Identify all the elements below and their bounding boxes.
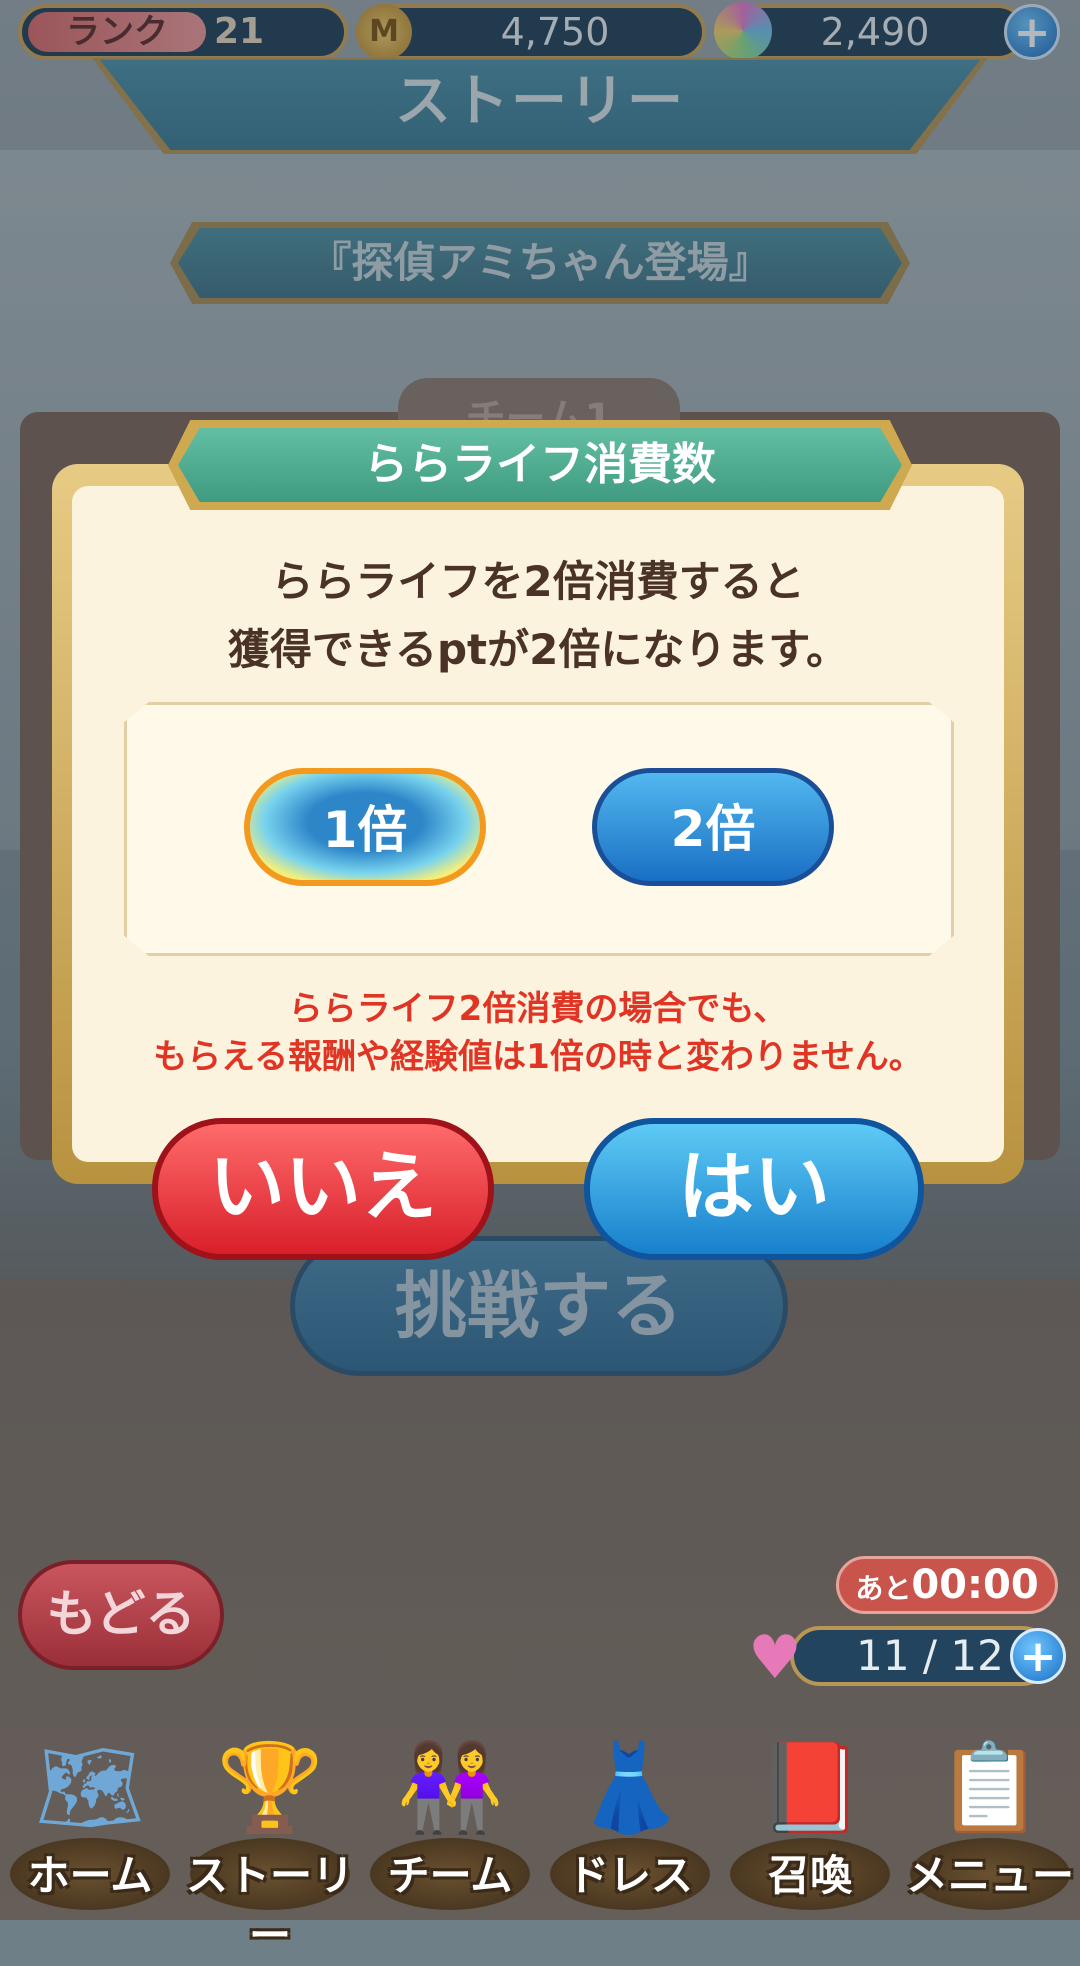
- dress-icon: 👗: [576, 1738, 684, 1838]
- no-button[interactable]: いいえ: [152, 1118, 494, 1260]
- dialog-message-line1: ららライフを2倍消費すると: [271, 557, 805, 606]
- map-icon: 🗺: [35, 1738, 145, 1838]
- nav-menu[interactable]: 📋 メニュー: [900, 1720, 1080, 1920]
- yes-button[interactable]: はい: [584, 1118, 924, 1260]
- add-life-button[interactable]: +: [1010, 1628, 1066, 1684]
- nav-team[interactable]: 👭 チーム: [360, 1720, 540, 1920]
- team-icon: 👭: [396, 1738, 504, 1838]
- nav-label: ホーム: [27, 1851, 153, 1900]
- back-button[interactable]: もどる: [18, 1560, 224, 1670]
- dialog-title: ららライフ消費数: [364, 439, 716, 490]
- option-1x-button[interactable]: 1倍: [244, 768, 486, 886]
- nav-story[interactable]: 🏆 ストーリー: [180, 1720, 360, 1960]
- timer-prefix: あと: [855, 1572, 912, 1605]
- nav-home[interactable]: 🗺 ホーム: [0, 1720, 180, 1920]
- nav-dress[interactable]: 👗 ドレス: [540, 1720, 720, 1920]
- option-2x-button[interactable]: 2倍: [592, 768, 834, 886]
- trophy-icon: 🏆: [216, 1738, 324, 1838]
- nav-summon[interactable]: 📕 召喚: [720, 1720, 900, 1920]
- dialog-note-line1: ららライフ2倍消費の場合でも、: [288, 989, 788, 1029]
- timer-value: 00:00: [911, 1562, 1039, 1608]
- nav-label: チーム: [387, 1851, 513, 1900]
- nav-label: メニュー: [905, 1851, 1074, 1900]
- dialog-note-line2: もらえる報酬や経験値は1倍の時と変わりません。: [153, 1037, 923, 1077]
- nav-label: 召喚: [767, 1851, 852, 1900]
- menu-icon: 📋: [936, 1738, 1044, 1838]
- nav-label: ストーリー: [185, 1851, 354, 1960]
- heart-icon: ♥: [748, 1623, 802, 1693]
- dialog-message-line2: 獲得できるptが2倍になります。: [227, 625, 849, 674]
- life-value: 11 / 12: [856, 1631, 1004, 1680]
- bottom-nav: 🗺 ホーム 🏆 ストーリー 👭 チーム 👗 ドレス 📕 召喚 📋 メニュー: [0, 1720, 1080, 1960]
- life-timer: あと00:00: [836, 1556, 1058, 1614]
- book-icon: 📕: [756, 1738, 864, 1838]
- nav-label: ドレス: [566, 1851, 693, 1900]
